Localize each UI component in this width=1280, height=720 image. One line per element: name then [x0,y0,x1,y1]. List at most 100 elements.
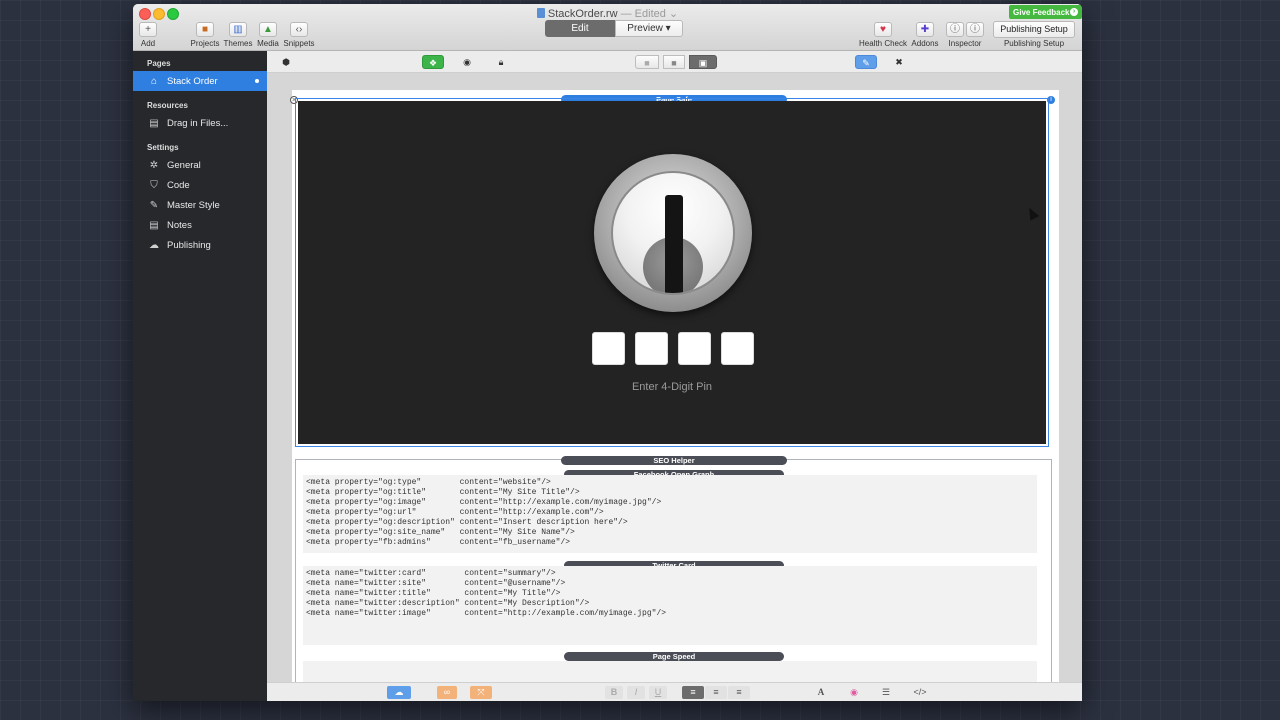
sidebar-item-general[interactable]: ✲ General [133,155,267,175]
sidebar-item-notes[interactable]: ▤ Notes [133,215,267,235]
align-center-icon: ≡ [713,687,719,697]
color-wheel-icon: ◉ [850,687,858,697]
themes-button[interactable]: ▥ Themes [223,22,253,48]
sidebar: Pages ⌂ Stack Order Resources ▤ Drag in … [133,51,267,701]
align-center-button[interactable]: ≡ [705,686,727,699]
code-line: <meta name="twitter:site" content="@user… [306,579,566,588]
unlink-button[interactable]: ⤧ [470,686,492,699]
sidebar-item-drag-in-files[interactable]: ▤ Drag in Files... [133,113,267,133]
media-icon: ▲ [259,22,277,37]
chevron-down-icon[interactable]: ⌄ [669,8,678,20]
code-line: <meta name="twitter:card" content="summa… [306,569,556,578]
layout-large-icon: ▣ [698,58,708,68]
layout-medium-button[interactable]: ■ [663,55,685,69]
projects-icon: ■ [196,22,214,37]
chevron-icon: › [1070,8,1078,16]
sidebar-header-resources: Resources [147,101,188,110]
seo-helper-stack-label[interactable]: SEO Helper [561,456,787,465]
keyhole [665,195,683,293]
inspector-button[interactable]: ⓘ ⓘ Inspector [945,22,985,48]
html-code-button[interactable]: </> [909,686,931,699]
close-icon: ✖ [895,57,903,67]
twitter-card-code[interactable]: <meta name="twitter:card" content="summa… [303,566,1037,645]
code-line: <meta property="og:site_name" content="M… [306,528,575,537]
sidebar-item-label: Publishing [167,239,211,251]
pencil-icon: ✎ [862,58,870,68]
unpublished-dot [255,79,259,83]
pin-digit-input-1[interactable] [592,332,625,365]
keyhole-lock-image [594,154,752,312]
layout-large-button[interactable]: ▣ [689,55,717,69]
pin-instruction: Enter 4-Digit Pin [631,381,713,393]
align-left-icon: ≡ [690,687,696,697]
font-button[interactable]: A [812,686,830,699]
puzzle-icon: ✚ [916,22,934,37]
sidebar-item-label: Notes [167,219,192,231]
layers-icon: ❖ [428,58,438,68]
facebook-open-graph-code[interactable]: <meta property="og:type" content="websit… [303,475,1037,553]
list-icon: ☰ [881,687,891,697]
window-title: StackOrder.rw — Edited ⌄ [133,7,1082,20]
page-safe-stack[interactable]: Enter 4-Digit Pin [295,98,1049,447]
bold-button[interactable]: B [605,686,623,699]
sidebar-item-master-style[interactable]: ✎ Master Style [133,195,267,215]
cloud-button[interactable]: ☁ [387,686,411,699]
code-line: <meta property="og:description" content=… [306,518,628,527]
align-left-button[interactable]: ≡ [682,686,704,699]
sidebar-header-pages: Pages [147,59,171,68]
page-safe-panel: Enter 4-Digit Pin [298,101,1046,444]
list-button[interactable]: ☰ [877,686,895,699]
unlink-icon: ⤧ [477,687,485,697]
plus-icon: + [139,22,157,37]
notes-icon: ▤ [149,219,159,231]
chevron-down-icon: ▾ [665,23,671,34]
info-icon: ⓘ [966,22,984,37]
media-button[interactable]: ▲ Media [256,22,280,48]
pin-digit-input-4[interactable] [721,332,754,365]
edit-mode-button[interactable]: ✎ [855,55,877,69]
italic-button[interactable]: I [627,686,645,699]
page-speed-code[interactable] [303,661,1037,682]
home-icon: ⌂ [150,75,158,87]
align-right-button[interactable]: ≡ [728,686,750,699]
snippets-button[interactable]: ‹› Snippets [283,22,315,48]
tab-edit[interactable]: Edit [545,20,615,37]
tab-preview[interactable]: Preview ▾ [615,20,683,37]
addons-button[interactable]: ✚ Addons [909,22,941,48]
color-button[interactable]: ◉ [845,686,863,699]
pin-digit-input-3[interactable] [678,332,711,365]
health-check-button[interactable]: ♥ Health Check [858,22,908,48]
snippets-icon: ‹› [290,22,308,37]
lock-icon: 🔒︎ [498,57,504,67]
cloud-icon: ☁ [394,687,404,697]
pin-digit-input-2[interactable] [635,332,668,365]
page-speed-label[interactable]: Page Speed [564,652,784,661]
align-right-icon: ≡ [736,687,742,697]
lock-button[interactable]: 🔒︎ [492,55,510,69]
page-content: Page Safe × i Enter 4-Digit Pin SEO Help… [290,90,1059,682]
canvas: Page Safe × i Enter 4-Digit Pin SEO Help… [267,73,1082,682]
give-feedback-button[interactable]: Give Feedback › [1009,5,1082,19]
projects-button[interactable]: ■ Projects [189,22,221,48]
link-button[interactable]: ∞ [437,686,457,699]
add-button[interactable]: + Add [139,22,157,48]
underline-button[interactable]: U [649,686,667,699]
sidebar-item-label: Master Style [167,199,220,211]
sidebar-item-label: Drag in Files... [167,117,229,129]
cloud-icon: ☁ [149,239,159,251]
sidebar-header-settings: Settings [147,143,179,152]
layout-small-button[interactable]: ■ [635,55,659,69]
code-line: <meta name="twitter:title" content="My T… [306,589,561,598]
link-icon: ∞ [443,687,451,697]
sidebar-item-publishing[interactable]: ☁ Publishing [133,235,267,255]
code-line: <meta name="twitter:image" content="http… [306,609,667,618]
heart-icon: ♥ [874,22,892,37]
stacks-library-button[interactable]: ⬢ [279,55,293,69]
sidebar-item-stack-order[interactable]: ⌂ Stack Order [133,71,267,91]
file-icon: ▤ [149,117,159,129]
visibility-button[interactable]: ◉ [457,55,477,69]
stacks-toggle-button[interactable]: ❖ [422,55,444,69]
clear-button[interactable]: ✖ [889,55,909,69]
sidebar-item-code[interactable]: ⛉ Code [133,175,267,195]
publishing-setup-button[interactable]: Publishing Setup [993,21,1075,38]
